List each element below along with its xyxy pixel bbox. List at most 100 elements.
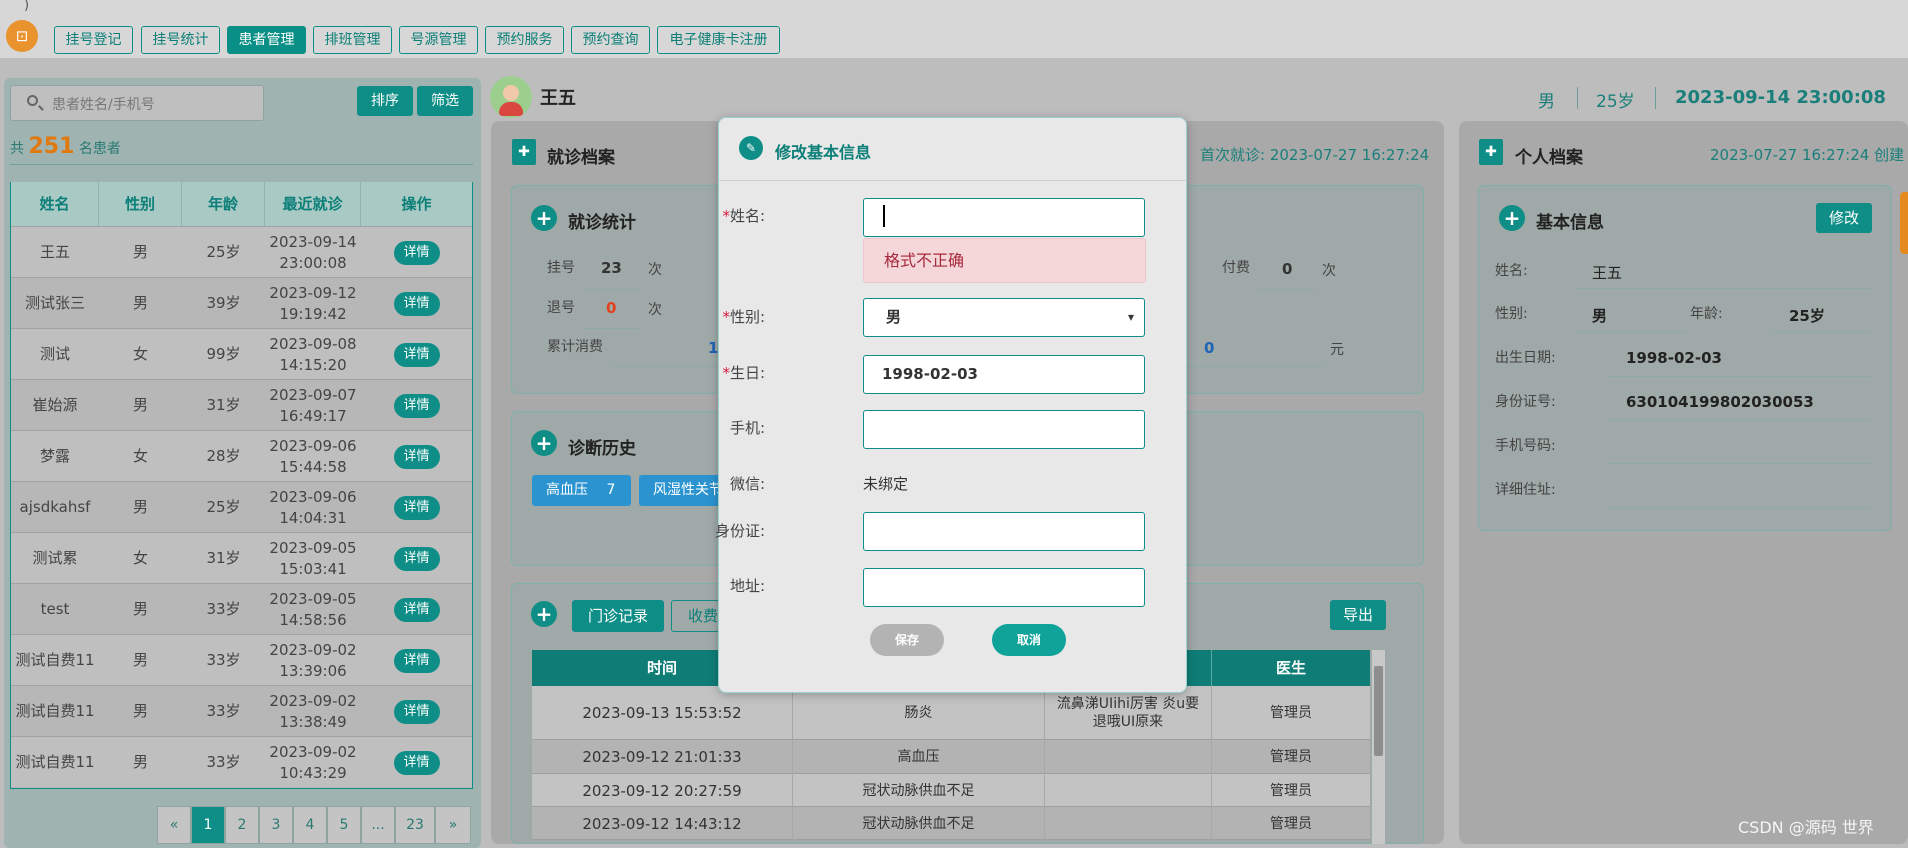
detail-button[interactable]: 详情 <box>393 342 440 367</box>
pager-page-4[interactable]: 4 <box>293 806 327 844</box>
gender-cell: 男 <box>132 753 148 771</box>
address-field-label: 地址: <box>729 577 765 595</box>
visit-time: 10:43:29 <box>279 763 347 782</box>
filter-button[interactable]: 筛选 <box>417 86 473 116</box>
diagnosis-tag-hypertension[interactable]: 高血压 7 <box>532 475 631 506</box>
tab-schedule[interactable]: 排班管理 <box>313 26 392 54</box>
note-cell <box>1044 740 1211 774</box>
gender-select[interactable]: 男 ▾ <box>863 298 1145 337</box>
age-cell: 99岁 <box>206 345 241 363</box>
table-row[interactable]: 崔始源 男 31岁 2023-09-07 16:49:17 详情 <box>11 379 472 430</box>
visit-time: 15:44:58 <box>279 457 347 476</box>
first-visit: 首次就诊: 2023-07-27 16:27:24 <box>1200 144 1429 165</box>
name-cell: 测试自费11 <box>15 651 95 669</box>
visit-date: 2023-09-05 <box>269 589 357 608</box>
tab-outpatient-records[interactable]: 门诊记录 <box>572 600 664 632</box>
pager-page-23[interactable]: 23 <box>395 806 435 844</box>
detail-button[interactable]: 详情 <box>393 495 440 520</box>
column-header-action: 操作 <box>361 182 472 226</box>
tab-patient-management[interactable]: 患者管理 <box>227 26 306 54</box>
id-card-input[interactable] <box>863 512 1145 551</box>
tab-appointment-query[interactable]: 预约查询 <box>571 26 650 54</box>
tab-source[interactable]: 号源管理 <box>399 26 478 54</box>
address-input[interactable] <box>863 568 1145 607</box>
pay-unit: 次 <box>1322 263 1336 279</box>
pager-page-5[interactable]: 5 <box>327 806 361 844</box>
table-row[interactable]: 王五 男 25岁 2023-09-14 23:00:08 详情 <box>11 226 472 277</box>
birth-input[interactable]: 1998-02-03 <box>863 355 1145 394</box>
table-row[interactable]: 测试自费11 男 33岁 2023-09-02 13:39:06 详情 <box>11 634 472 685</box>
gender-cell: 男 <box>132 243 148 261</box>
gender-cell: 男 <box>132 294 148 312</box>
table-row[interactable]: 测试张三 男 39岁 2023-09-12 19:19:42 详情 <box>11 277 472 328</box>
detail-button[interactable]: 详情 <box>393 240 440 265</box>
created-time: 2023-07-27 16:27:24 <box>1710 146 1870 164</box>
detail-button[interactable]: 详情 <box>393 444 440 469</box>
table-row[interactable]: 测试自费11 男 33岁 2023-09-02 13:38:49 详情 <box>11 685 472 736</box>
scrollbar-thumb[interactable] <box>1374 666 1383 756</box>
tab-appointment-service[interactable]: 预约服务 <box>485 26 564 54</box>
last-visit-cell: 2023-09-02 13:38:49 <box>265 686 361 737</box>
pager-ellipsis: ... <box>361 806 395 844</box>
name-error-message: 格式不正确 <box>863 238 1146 283</box>
tab-register[interactable]: 挂号登记 <box>54 26 133 54</box>
table-row[interactable]: 测试累 女 31岁 2023-09-05 15:03:41 详情 <box>11 532 472 583</box>
pager-next[interactable]: » <box>435 806 471 844</box>
detail-button[interactable]: 详情 <box>393 750 440 775</box>
divider <box>1608 507 1870 508</box>
detail-button[interactable]: 详情 <box>393 699 440 724</box>
table-row[interactable]: 2023-09-12 14:43:12 冠状动脉供血不足 管理员 <box>532 807 1370 840</box>
pager-page-3[interactable]: 3 <box>259 806 293 844</box>
id-value: 630104199802030053 <box>1626 393 1814 411</box>
age-value: 25岁 <box>1789 307 1825 325</box>
tab-register-stats[interactable]: 挂号统计 <box>141 26 220 54</box>
side-float-tab[interactable] <box>1900 192 1908 254</box>
gender-cell: 男 <box>132 600 148 618</box>
detail-button[interactable]: 详情 <box>393 546 440 571</box>
table-row[interactable]: 梦露 女 28岁 2023-09-06 15:44:58 详情 <box>11 430 472 481</box>
pager-page-1[interactable]: 1 <box>191 806 225 844</box>
count-value: 251 <box>28 134 75 159</box>
action-cell: 详情 <box>361 482 472 533</box>
table-row[interactable]: 2023-09-12 20:27:59 冠状动脉供血不足 管理员 <box>532 774 1370 807</box>
time-cell: 2023-09-12 21:01:33 <box>582 748 742 766</box>
edit-button[interactable]: 修改 <box>1816 203 1872 233</box>
last-visit-cell: 2023-09-05 15:03:41 <box>265 533 361 584</box>
export-button[interactable]: 导出 <box>1330 600 1386 630</box>
age-cell: 25岁 <box>206 243 241 261</box>
pager-page-2[interactable]: 2 <box>225 806 259 844</box>
column-header-gender: 性别 <box>99 182 182 226</box>
birth-value: 1998-02-03 <box>1626 349 1722 367</box>
personal-record-title: 个人档案 <box>1515 148 1583 168</box>
phone-input[interactable] <box>863 410 1145 449</box>
age-cell: 31岁 <box>206 396 241 414</box>
table-row[interactable]: 2023-09-12 21:01:33 高血压 管理员 <box>532 740 1370 774</box>
table-row[interactable]: 测试自费11 男 33岁 2023-09-02 10:43:29 详情 <box>11 736 472 787</box>
table-row[interactable]: 测试 女 99岁 2023-09-08 14:15:20 详情 <box>11 328 472 379</box>
note-cell <box>1044 774 1211 807</box>
last-visit-cell: 2023-09-05 14:58:56 <box>265 584 361 635</box>
action-cell: 详情 <box>361 737 472 788</box>
table-row[interactable]: 2023-09-13 15:53:52 肠炎 流鼻涕UIihi厉害 炎u要退哦UI原… <box>532 686 1370 740</box>
table-scrollbar[interactable] <box>1372 650 1385 844</box>
sort-button[interactable]: 排序 <box>357 86 413 116</box>
required-mark: * <box>722 308 730 326</box>
record-icon: ✚ <box>512 139 536 165</box>
tab-health-card[interactable]: 电子健康卡注册 <box>657 26 780 54</box>
app-logo-icon[interactable]: ⊡ <box>6 20 38 52</box>
avatar-body-icon <box>499 102 523 116</box>
table-row[interactable]: ajsdkahsf 男 25岁 2023-09-06 14:04:31 详情 <box>11 481 472 532</box>
name-input[interactable] <box>863 198 1145 237</box>
cancel-button[interactable]: 取消 <box>992 624 1066 656</box>
detail-button[interactable]: 详情 <box>393 291 440 316</box>
pager-prev[interactable]: « <box>157 806 191 844</box>
age-cell: 33岁 <box>206 702 241 720</box>
detail-button[interactable]: 详情 <box>393 393 440 418</box>
detail-button[interactable]: 详情 <box>393 597 440 622</box>
detail-button[interactable]: 详情 <box>393 648 440 673</box>
created-info: 2023-07-27 16:27:24 创建 <box>1710 144 1904 165</box>
save-button[interactable]: 保存 <box>870 624 944 656</box>
tab-charges[interactable]: 收费 <box>671 600 719 632</box>
gender-field-text: 性别: <box>729 308 765 326</box>
table-row[interactable]: test 男 33岁 2023-09-05 14:58:56 详情 <box>11 583 472 634</box>
